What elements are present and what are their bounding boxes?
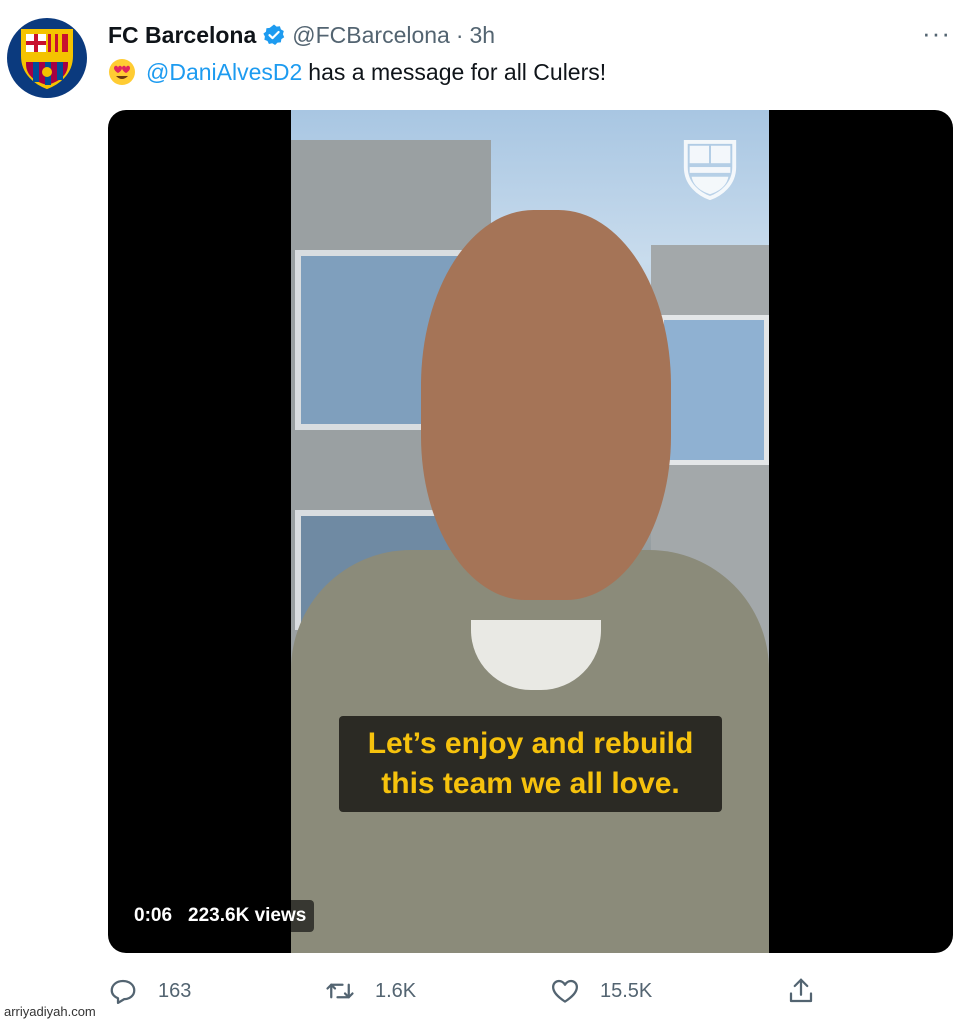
like-button[interactable]: 15.5K [550, 976, 652, 1006]
heart-icon [552, 979, 578, 1003]
retweet-button[interactable]: 1.6K [325, 976, 416, 1006]
account-name[interactable]: FC Barcelona [108, 22, 256, 49]
video-caption: Let’s enjoy and rebuild this team we all… [339, 716, 722, 812]
video-views: 223.6K views [188, 905, 307, 926]
tweet-body: has a message for all Culers! [308, 58, 607, 85]
video-player[interactable]: Let’s enjoy and rebuild this team we all… [108, 110, 953, 953]
mention-link[interactable]: @DaniAlvesD2 [146, 59, 302, 86]
retweet-count: 1.6K [375, 979, 417, 1002]
tweet-text: @DaniAlvesD2 has a message for all Culer… [108, 58, 606, 86]
more-options-icon[interactable]: ··· [922, 20, 951, 46]
account-handle[interactable]: @FCBarcelona [292, 22, 450, 49]
caption-line: Let’s enjoy and rebuild [367, 727, 694, 760]
reply-icon [110, 979, 136, 1004]
fcb-crest-icon [21, 29, 73, 90]
share-button[interactable] [786, 976, 836, 1006]
tweet-actions: 163 1.6K 15.5K [108, 976, 971, 1012]
fcb-crest-icon [683, 139, 737, 200]
share-icon [789, 978, 813, 1003]
site-watermark: arriyadiyah.com [4, 1004, 96, 1019]
reply-button[interactable]: 163 [108, 976, 191, 1006]
avatar[interactable] [7, 18, 87, 98]
building-window [659, 315, 769, 465]
tweet-header: FC Barcelona @FCBarcelona · 3h ··· [108, 20, 951, 50]
like-count: 15.5K [600, 979, 653, 1002]
video-meta: 0:06 223.6K views [126, 900, 315, 932]
person-head [421, 210, 671, 600]
verified-badge-icon [263, 24, 285, 45]
retweet-icon [326, 983, 354, 999]
caption-line: this team we all love. [381, 767, 680, 800]
video-frame [291, 110, 769, 953]
video-time: 0:06 [134, 905, 173, 926]
reply-count: 163 [158, 979, 192, 1002]
heart-eyes-emoji-icon [109, 59, 135, 85]
tweet-timestamp[interactable]: 3h [470, 22, 496, 49]
separator-dot: · [455, 21, 464, 48]
